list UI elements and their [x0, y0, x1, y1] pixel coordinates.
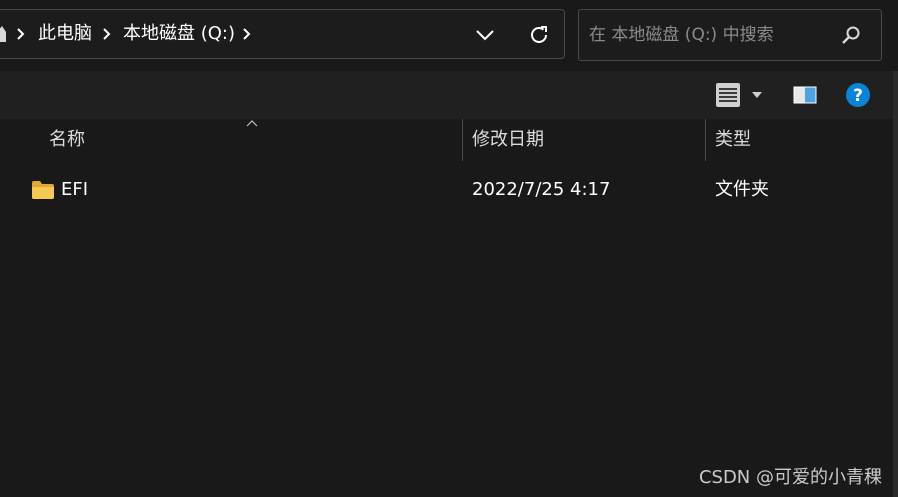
- view-options-dropdown[interactable]: [750, 89, 764, 101]
- sort-ascending-icon: [246, 120, 258, 127]
- details-view-icon: [716, 83, 740, 107]
- preview-pane-icon: [793, 86, 817, 104]
- chevron-right-icon[interactable]: [15, 27, 25, 41]
- help-glyph: ?: [853, 86, 863, 106]
- file-type: 文件夹: [715, 179, 769, 200]
- scrollbar-track[interactable]: [893, 71, 898, 497]
- search-input[interactable]: 在 本地磁盘 (Q:) 中搜索: [589, 24, 774, 46]
- column-header-name[interactable]: 名称: [49, 128, 85, 152]
- help-icon: ?: [846, 83, 870, 107]
- preview-pane-button[interactable]: [792, 83, 818, 107]
- file-date: 2022/7/25 4:17: [472, 179, 611, 200]
- view-options-button[interactable]: [714, 81, 742, 109]
- folder-icon: [32, 181, 54, 199]
- column-header-date[interactable]: 修改日期: [472, 128, 544, 152]
- breadcrumb-drive[interactable]: 本地磁盘 (Q:): [123, 23, 235, 45]
- column-header-type[interactable]: 类型: [715, 128, 751, 152]
- column-divider[interactable]: [462, 119, 463, 161]
- refresh-button[interactable]: [524, 20, 554, 50]
- this-pc-icon[interactable]: [0, 26, 6, 42]
- address-bar[interactable]: 此电脑 本地磁盘 (Q:): [0, 9, 565, 59]
- command-bar: ?: [0, 71, 893, 119]
- history-dropdown-button[interactable]: [470, 20, 500, 50]
- file-name[interactable]: EFI: [61, 178, 88, 202]
- column-divider[interactable]: [705, 119, 706, 161]
- chevron-right-icon[interactable]: [101, 27, 111, 41]
- breadcrumb-this-pc[interactable]: 此电脑: [38, 23, 92, 45]
- search-icon[interactable]: [841, 25, 861, 45]
- chevron-right-icon[interactable]: [241, 27, 251, 41]
- caret-down-icon: [752, 92, 762, 98]
- top-bar: 此电脑 本地磁盘 (Q:) 在 本地磁盘 (Q:) 中搜索: [0, 0, 898, 71]
- file-row[interactable]: EFI 2022/7/25 4:17 文件夹: [0, 170, 893, 210]
- search-box[interactable]: 在 本地磁盘 (Q:) 中搜索: [578, 9, 882, 61]
- watermark-text: CSDN @可爱的小青稞: [698, 467, 882, 488]
- refresh-icon: [531, 26, 547, 43]
- column-header-row: 名称 修改日期 类型: [0, 119, 893, 161]
- help-button[interactable]: ?: [845, 82, 871, 108]
- chevron-down-icon: [476, 30, 494, 41]
